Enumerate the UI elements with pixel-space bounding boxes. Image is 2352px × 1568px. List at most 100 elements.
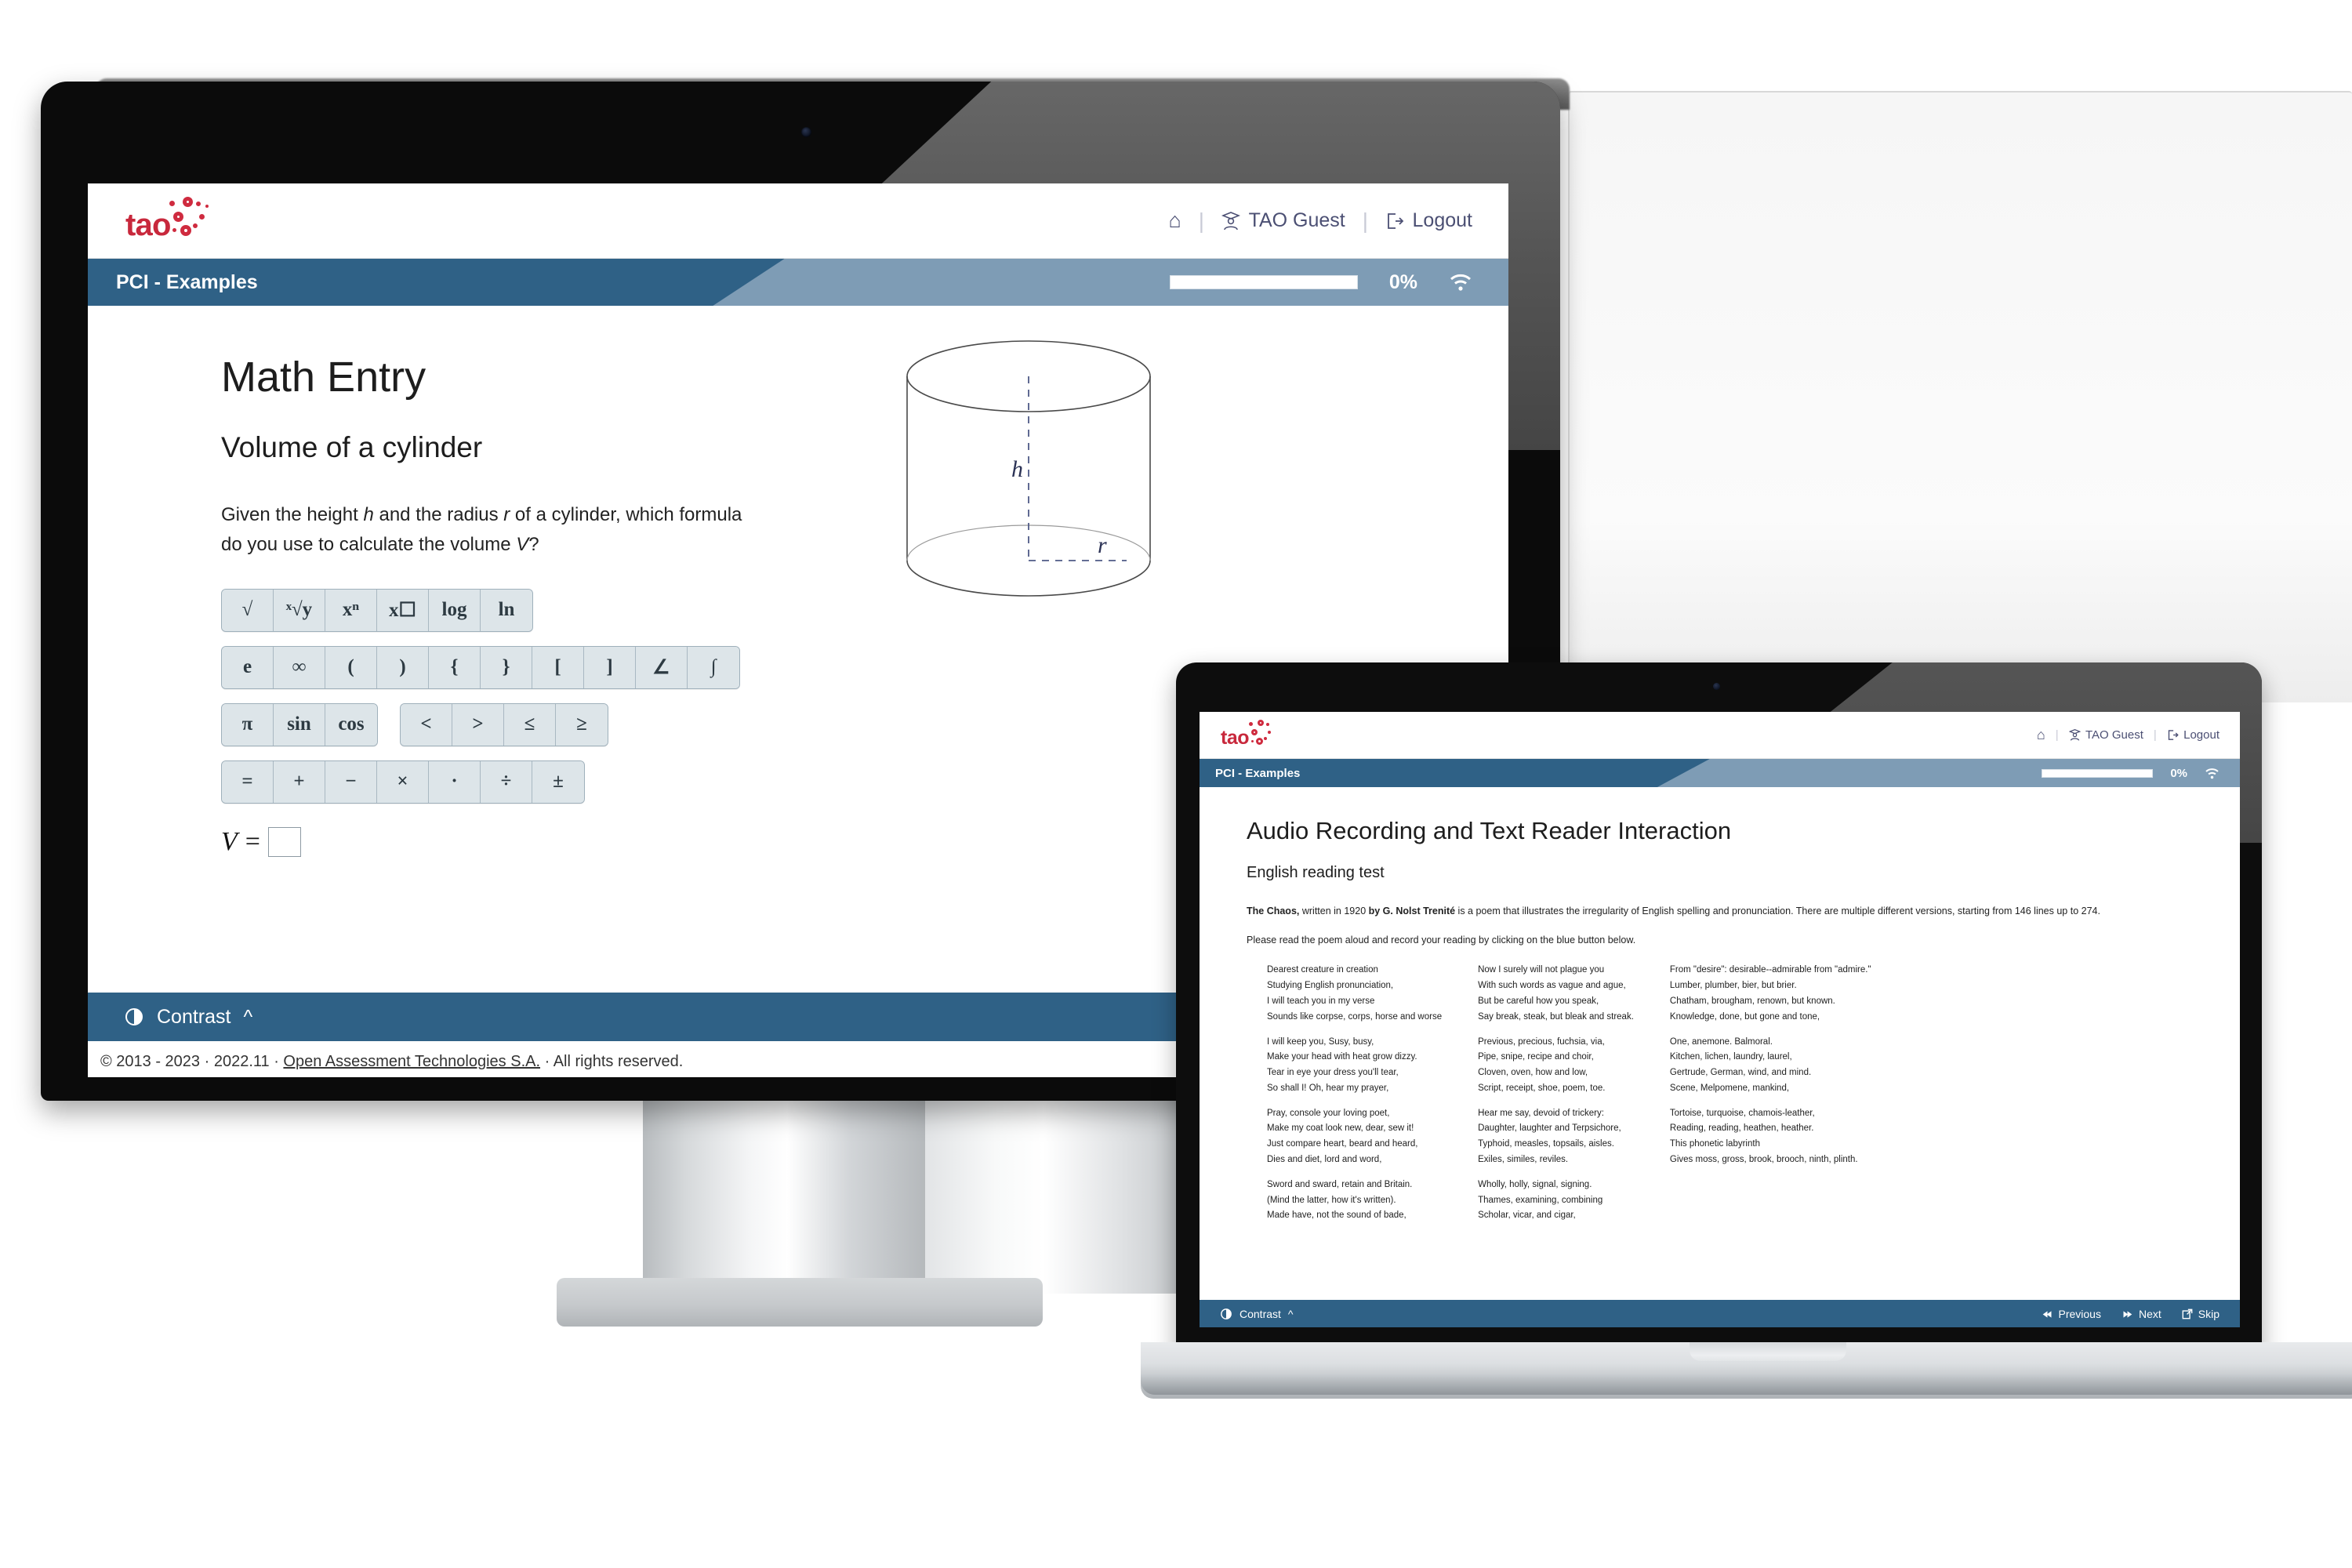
company-link[interactable]: Open Assessment Technologies S.A.	[283, 1053, 540, 1070]
header-separator: |	[2055, 728, 2059, 742]
poem-stanza: Previous, precious, fuchsia, via, Pipe, s…	[1478, 1035, 1634, 1097]
keypad-key[interactable]: sin	[274, 703, 325, 746]
poem-line: I will keep you, Susy, busy,	[1267, 1036, 1374, 1047]
tablet-camera-icon	[801, 127, 811, 137]
navigation-buttons: Previous Next Skip	[2042, 1308, 2220, 1320]
keypad-group-trig: π sin cos	[221, 702, 378, 746]
question-prompt: Given the height h and the radius r of a…	[221, 500, 762, 561]
keypad-key[interactable]: x☐	[377, 589, 429, 631]
logo-ring-2	[183, 196, 193, 207]
logout-icon	[1388, 212, 1404, 229]
logout-button[interactable]: Logout	[1385, 209, 1472, 232]
logo-ring-2	[1258, 719, 1264, 726]
contrast-label: Contrast	[1240, 1308, 1281, 1320]
home-icon[interactable]: ⌂	[1168, 209, 1181, 233]
laptop-base-lip	[1141, 1374, 2352, 1395]
keypad-key[interactable]: [	[532, 646, 584, 688]
poem-stanza: One, anemone. Balmoral. Kitchen, lichen, …	[1670, 1035, 1871, 1097]
keypad-key[interactable]: +	[274, 760, 325, 803]
keypad-group-operators: = + − × · ÷ ±	[221, 760, 585, 804]
keypad-key[interactable]: >	[452, 703, 504, 746]
user-name-label: TAO Guest	[2085, 728, 2143, 742]
prompt-var-v: V	[516, 534, 529, 556]
user-account[interactable]: TAO Guest	[1221, 209, 1345, 232]
prompt-text-1: Given the height	[221, 504, 364, 525]
poem-line: Just compare heart, beard and heard,	[1267, 1139, 1418, 1149]
logout-label: Logout	[1412, 209, 1472, 231]
keypad-key[interactable]: e	[222, 646, 274, 688]
logo-dot-1	[1249, 721, 1253, 726]
poem-line: Typhoid, measles, topsails, aisles.	[1478, 1139, 1614, 1149]
keypad-key[interactable]: √	[222, 589, 274, 631]
user-name-label: TAO Guest	[1248, 209, 1345, 231]
keypad-key[interactable]: ∞	[274, 646, 325, 688]
keypad-key[interactable]: ln	[481, 589, 532, 631]
poem-line: But be careful how you speak,	[1478, 996, 1599, 1006]
tao-logo-laptop[interactable]: tao	[1220, 719, 1279, 751]
keypad-key[interactable]: ±	[532, 760, 584, 803]
screenshot-canvas: tao ⌂ | TAO Guest | Logout PCI - Example…	[0, 0, 2352, 1568]
question-subtitle: English reading test	[1247, 864, 1385, 881]
keypad-key[interactable]: ]	[584, 646, 636, 688]
page-title: Audio Recording and Text Reader Interact…	[1247, 817, 1732, 844]
keypad-key[interactable]: <	[401, 703, 452, 746]
graduate-user-icon	[2068, 728, 2081, 741]
copyright-suffix: · All rights reserved.	[540, 1052, 684, 1070]
poem-line: Studying English pronunciation,	[1267, 981, 1394, 991]
poem-stanza: Now I surely will not plague you With suc…	[1478, 963, 1634, 1025]
contrast-button[interactable]: Contrast ^	[124, 1006, 252, 1029]
poem-line: Hear me say, devoid of trickery:	[1478, 1108, 1604, 1118]
home-icon[interactable]: ⌂	[2037, 727, 2045, 743]
keypad-key[interactable]: ∫	[688, 646, 739, 688]
logo-dot-5	[1251, 739, 1254, 742]
keypad-key[interactable]: ·	[429, 760, 481, 803]
answer-input[interactable]	[267, 826, 301, 857]
keypad-key[interactable]: log	[429, 589, 481, 631]
contrast-button[interactable]: Contrast ^	[1220, 1308, 1294, 1320]
poem-line: Kitchen, lichen, laundry, laurel,	[1669, 1052, 1792, 1062]
keypad-key[interactable]: {	[429, 646, 481, 688]
poem-line: From "desire": desirable--admirable from…	[1669, 965, 1871, 975]
poem-line: Chatham, brougham, renown, but known.	[1669, 996, 1835, 1006]
previous-button[interactable]: Previous	[2042, 1308, 2101, 1320]
app-header-laptop: tao ⌂ | TAO Guest | Logout	[1200, 712, 2240, 759]
laptop-bezel: tao ⌂ | TAO Guest | Logout PCI - Example…	[1176, 662, 2262, 1352]
keypad-key[interactable]: }	[481, 646, 532, 688]
keypad-key[interactable]: xⁿ	[325, 589, 377, 631]
progress-area: 0%	[2042, 759, 2240, 787]
test-title-bar: PCI - Examples 0%	[88, 259, 1508, 306]
skip-button[interactable]: Skip	[2182, 1308, 2220, 1320]
keypad-key[interactable]: ˣ√y	[274, 589, 325, 631]
logout-button[interactable]: Logout	[2167, 728, 2220, 742]
poem-stanza: I will keep you, Susy, busy, Make your he…	[1267, 1035, 1442, 1097]
progress-percent-label: 0%	[2170, 766, 2187, 780]
laptop-device: tao ⌂ | TAO Guest | Logout PCI - Example…	[1141, 662, 2352, 1548]
poem-line: Cloven, oven, how and low,	[1478, 1068, 1588, 1078]
poem-line: Scholar, vicar, and cigar,	[1478, 1210, 1576, 1221]
keypad-key[interactable]: )	[377, 646, 429, 688]
logo-dot-4	[193, 223, 198, 228]
user-account[interactable]: TAO Guest	[2068, 728, 2143, 742]
tao-logo[interactable]: tao	[124, 196, 218, 245]
next-label: Next	[2138, 1308, 2161, 1320]
next-button[interactable]: Next	[2122, 1308, 2161, 1320]
keypad-key[interactable]: ≥	[556, 703, 608, 746]
keypad-key[interactable]: ∠	[636, 646, 688, 688]
background-panel	[1568, 91, 2352, 702]
keypad-key[interactable]: cos	[325, 703, 377, 746]
test-title-bar-laptop: PCI - Examples 0%	[1200, 759, 2240, 787]
graduate-user-icon	[1221, 211, 1241, 230]
keypad-key[interactable]: ×	[377, 760, 429, 803]
keypad-key[interactable]: (	[325, 646, 377, 688]
poem-line: Dearest creature in creation	[1267, 965, 1378, 975]
poem-line: Previous, precious, fuchsia, via,	[1478, 1036, 1605, 1047]
poem-line: Pipe, snipe, recipe and choir,	[1478, 1052, 1594, 1062]
keypad-group-comparison: < > ≤ ≥	[400, 702, 608, 746]
keypad-group-symbols: e ∞(){}[] ∠ ∫	[221, 645, 740, 689]
keypad-key[interactable]: =	[222, 760, 274, 803]
keypad-key[interactable]: −	[325, 760, 377, 803]
keypad-key[interactable]: ≤	[504, 703, 556, 746]
keypad-key[interactable]: π	[222, 703, 274, 746]
keypad-key[interactable]: ÷	[481, 760, 532, 803]
poem-line: Lumber, plumber, bier, but brier.	[1669, 981, 1797, 991]
